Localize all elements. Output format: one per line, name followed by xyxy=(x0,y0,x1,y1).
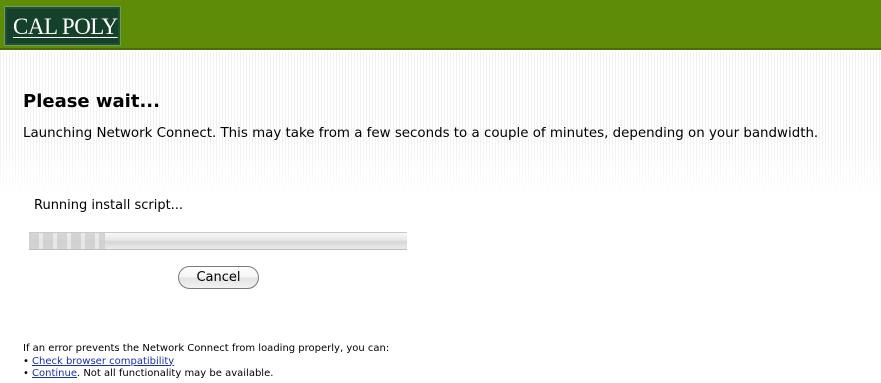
striped-background xyxy=(0,52,881,197)
bullet: • xyxy=(23,368,29,379)
progress-fill xyxy=(29,233,105,249)
footer-item-compat: • Check browser compatibility xyxy=(23,356,389,369)
progress-bar xyxy=(29,232,407,250)
header-bar: CAL POLY xyxy=(0,0,881,50)
footer-help: If an error prevents the Network Connect… xyxy=(23,343,389,381)
footer-item-continue: • Continue. Not all functionality may be … xyxy=(23,368,389,381)
status-text: Running install script... xyxy=(34,198,184,213)
bullet: • xyxy=(23,355,29,367)
page-title: Please wait... xyxy=(23,91,160,112)
cal-poly-logo[interactable]: CAL POLY xyxy=(4,6,121,46)
logo-text: CAL POLY xyxy=(13,14,118,39)
check-browser-compatibility-link[interactable]: Check browser compatibility xyxy=(32,356,174,367)
launch-message: Launching Network Connect. This may take… xyxy=(23,126,819,141)
footer-intro: If an error prevents the Network Connect… xyxy=(23,343,390,354)
cancel-button[interactable]: Cancel xyxy=(178,266,259,289)
continue-link[interactable]: Continue xyxy=(32,368,77,379)
continue-note: . Not all functionality may be available… xyxy=(76,368,274,379)
